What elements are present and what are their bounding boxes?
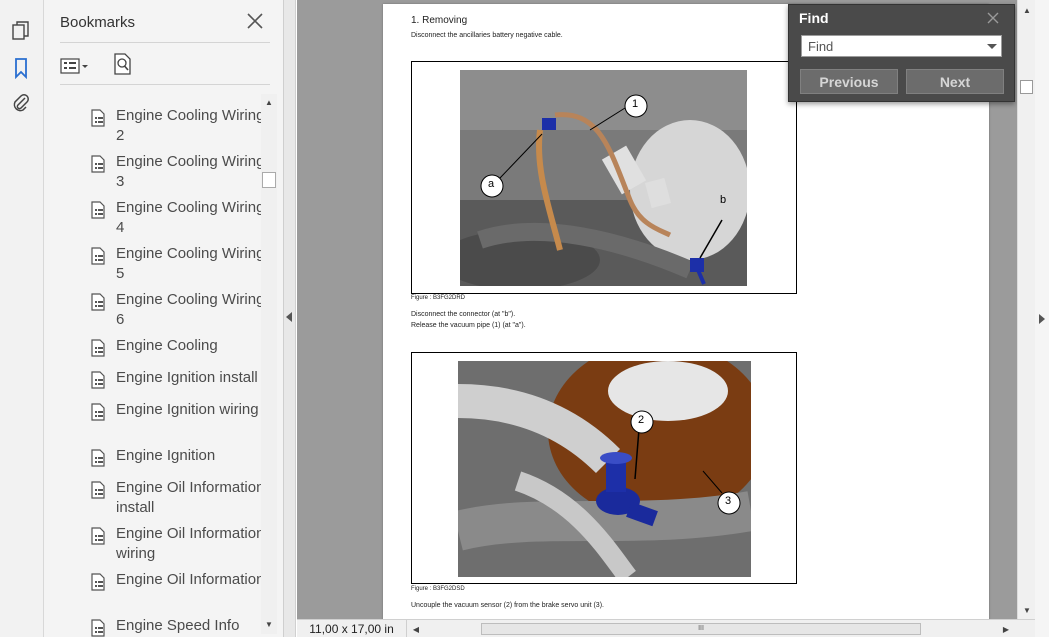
callout-2: 2 <box>638 414 645 426</box>
options-menu-button[interactable] <box>60 54 96 78</box>
divider <box>60 84 270 85</box>
bookmarks-scrollbar[interactable]: ▲ ▼ <box>261 94 277 634</box>
pdf-viewer: Bookmarks Engine Cooling Wiring 2 Engine… <box>0 0 1049 637</box>
bookmark-label: Engine Speed Info <box>116 617 240 634</box>
previous-button[interactable]: Previous <box>800 69 898 94</box>
figure-caption: Figure : B3FG2DRD <box>411 295 466 301</box>
divider <box>60 42 270 43</box>
callout-a: a <box>488 178 495 190</box>
instruction-text: Release the vacuum pipe (1) (at "a"). <box>411 322 526 329</box>
document-area: 1. Removing Disconnect the ancillaries b… <box>297 0 1017 619</box>
bookmark-label: Engine Cooling Wiring 6 <box>116 291 262 328</box>
bookmark-page-icon <box>90 201 108 219</box>
status-bar: 11,00 x 17,00 in ◀ III ▶ <box>297 619 1035 637</box>
callout-3: 3 <box>725 495 732 507</box>
figure-frame: 2 3 <box>411 352 797 584</box>
scroll-right-arrow-icon[interactable]: ▶ <box>999 621 1013 637</box>
panel-title: Bookmarks <box>60 14 136 31</box>
bookmark-label: Engine Ignition install <box>116 369 258 386</box>
bookmark-page-icon <box>90 371 108 389</box>
find-dialog: Find Previous Next <box>788 4 1015 102</box>
find-title: Find <box>799 10 829 26</box>
bookmark-page-icon <box>90 109 108 127</box>
scroll-thumb[interactable] <box>262 172 276 188</box>
find-bookmark-icon[interactable] <box>112 52 136 78</box>
figure-frame: 1 a b <box>411 61 797 294</box>
bookmark-icon[interactable] <box>8 55 34 81</box>
scroll-up-arrow-icon[interactable]: ▲ <box>261 94 277 110</box>
bookmark-page-icon <box>90 573 108 591</box>
bookmark-label: Engine Cooling Wiring 4 <box>116 199 262 236</box>
page-size-label: 11,00 x 17,00 in <box>297 620 407 637</box>
horizontal-scrollbar[interactable]: ◀ III ▶ <box>409 621 1019 637</box>
section-heading: 1. Removing <box>411 15 468 26</box>
bookmark-page-icon <box>90 155 108 173</box>
bookmark-page-icon <box>90 449 108 467</box>
bookmark-page-icon <box>90 247 108 265</box>
document-scrollbar[interactable]: ▲ ▼ <box>1017 0 1035 619</box>
expand-panel-arrow-icon[interactable] <box>1039 314 1045 324</box>
callout-b: b <box>720 194 727 206</box>
bookmark-label: Engine Cooling <box>116 337 218 354</box>
chevron-down-icon[interactable] <box>987 44 997 49</box>
next-button[interactable]: Next <box>906 69 1004 94</box>
bookmark-page-icon <box>90 339 108 357</box>
bookmarks-panel: Bookmarks Engine Cooling Wiring 2 Engine… <box>44 0 284 637</box>
bookmark-label: Engine Ignition <box>116 447 216 464</box>
scroll-left-arrow-icon[interactable]: ◀ <box>409 621 423 637</box>
right-gutter <box>1035 0 1049 637</box>
callout-1: 1 <box>632 98 639 110</box>
bookmark-label: Engine Cooling Wiring 2 <box>116 107 262 144</box>
panel-splitter[interactable] <box>284 0 296 637</box>
bookmark-page-icon <box>90 619 108 637</box>
engine-photo: 1 a b <box>460 70 747 286</box>
scroll-up-arrow-icon[interactable]: ▲ <box>1019 2 1035 18</box>
instruction-text: Disconnect the connector (at "b"). <box>411 311 516 318</box>
instruction-text: Disconnect the ancillaries battery negat… <box>411 32 563 39</box>
find-input[interactable] <box>801 35 1002 57</box>
collapse-panel-arrow-icon[interactable] <box>286 312 292 322</box>
navigation-toolstrip <box>0 0 44 637</box>
bookmark-label: Engine Ignition wiring <box>116 401 259 418</box>
close-icon[interactable] <box>985 10 1001 26</box>
horizontal-scroll-thumb[interactable]: III <box>481 623 921 635</box>
paperclip-icon[interactable] <box>8 90 34 116</box>
scroll-down-arrow-icon[interactable]: ▼ <box>1019 602 1035 618</box>
bookmark-page-icon <box>90 481 108 499</box>
bookmark-label: Engine Oil Information wiring <box>116 525 262 562</box>
bookmark-list: Engine Cooling Wiring 2 Engine Cooling W… <box>44 86 262 637</box>
bookmark-label: Engine Oil Information install <box>116 479 262 516</box>
scroll-thumb[interactable] <box>1020 80 1033 94</box>
bookmark-label: Engine Cooling Wiring 3 <box>116 153 262 190</box>
bookmark-page-icon <box>90 293 108 311</box>
figure-caption: Figure : B3FG2DSD <box>411 586 465 592</box>
close-icon[interactable] <box>244 10 266 32</box>
brake-servo-photo: 2 3 <box>458 361 751 577</box>
bookmark-page-icon <box>90 527 108 545</box>
scroll-down-arrow-icon[interactable]: ▼ <box>261 616 277 632</box>
pages-icon[interactable] <box>8 18 34 44</box>
bookmark-label: Engine Oil Information <box>116 571 262 588</box>
bookmark-label: Engine Cooling Wiring 5 <box>116 245 262 282</box>
bookmark-page-icon <box>90 403 108 421</box>
instruction-text: Uncouple the vacuum sensor (2) from the … <box>411 602 604 609</box>
